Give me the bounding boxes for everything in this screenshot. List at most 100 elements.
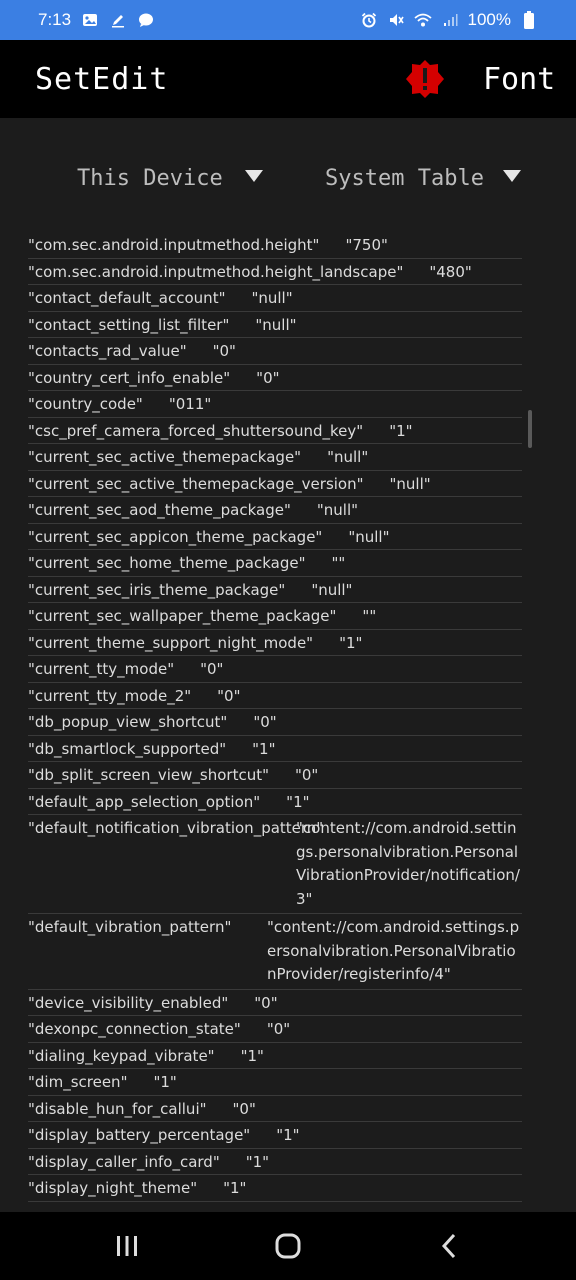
setting-key: "current_tty_mode": [28, 660, 175, 678]
setting-value: "null": [389, 474, 431, 493]
setting-key: "country_cert_info_enable": [28, 368, 231, 387]
list-item[interactable]: "current_theme_support_night_mode" "1": [28, 630, 522, 656]
list-item[interactable]: "com.sec.android.inputmethod.height_land…: [28, 259, 522, 285]
setting-key: "display_battery_percentage": [28, 1126, 251, 1144]
status-time: 7:13: [38, 10, 72, 29]
navigation-bar: [0, 1212, 576, 1280]
list-item[interactable]: "current_sec_appicon_theme_package" "null…: [28, 524, 522, 550]
setting-value: "0": [217, 686, 241, 705]
mute-icon: [387, 11, 405, 29]
setting-value: "null": [311, 580, 353, 599]
app-title: SetEdit: [35, 62, 169, 97]
list-item[interactable]: "csc_pref_camera_forced_shuttersound_key…: [28, 418, 522, 444]
list-item[interactable]: "device_visibility_enabled" "0": [28, 990, 522, 1016]
app-bar: SetEdit Font: [0, 40, 576, 118]
home-icon: [275, 1233, 301, 1259]
setting-value: "1": [286, 792, 310, 811]
setting-key: "current_sec_aod_theme_package": [28, 501, 291, 519]
setting-value: "011": [168, 395, 212, 413]
setting-value: "content://com.android.settings.personal…: [267, 918, 520, 983]
list-item[interactable]: "current_sec_wallpaper_theme_package" "": [28, 603, 522, 630]
list-item[interactable]: "display_caller_info_card" "1": [28, 1149, 522, 1175]
setting-key: "default_app_selection_option": [28, 792, 261, 811]
table-selector-label: System Table: [325, 165, 484, 191]
setting-key: "dialing_keypad_vibrate": [28, 1046, 215, 1065]
setting-key: "contact_default_account": [28, 289, 226, 307]
list-item[interactable]: "dexonpc_connection_state" "0": [28, 1016, 522, 1043]
setting-key: "db_smartlock_supported": [28, 739, 227, 758]
list-item[interactable]: "contacts_rad_value" "0": [28, 338, 522, 365]
list-item[interactable]: "current_sec_active_themepackage_version…: [28, 471, 522, 497]
setting-key: "current_sec_wallpaper_theme_package": [28, 607, 337, 625]
table-selector[interactable]: System Table: [325, 160, 521, 196]
list-item[interactable]: "current_sec_active_themepackage" "null": [28, 444, 522, 471]
setting-value: "null": [327, 448, 369, 466]
setting-key: "csc_pref_camera_forced_shuttersound_key…: [28, 421, 364, 440]
device-selector[interactable]: This Device: [77, 160, 263, 196]
warning-icon[interactable]: [405, 59, 445, 99]
setting-value: "0": [212, 342, 236, 360]
setting-value: "1": [339, 633, 363, 652]
setting-value: "null": [251, 289, 293, 307]
scrollbar[interactable]: [528, 410, 532, 448]
setting-key: "com.sec.android.inputmethod.height_land…: [28, 262, 404, 281]
recent-apps-button[interactable]: [109, 1228, 145, 1264]
setting-value: "": [362, 607, 377, 625]
list-item[interactable]: "db_split_screen_view_shortcut" "0": [28, 762, 522, 789]
list-item[interactable]: "dialing_keypad_vibrate" "1": [28, 1043, 522, 1069]
home-button[interactable]: [270, 1228, 306, 1264]
list-item[interactable]: "default_app_selection_option" "1": [28, 789, 522, 815]
list-item[interactable]: "country_code" "011": [28, 391, 522, 418]
list-item[interactable]: "display_night_theme" "1": [28, 1175, 522, 1202]
setting-key: "current_tty_mode_2": [28, 686, 192, 705]
settings-list[interactable]: "com.sec.android.inputmethod.height" "750…: [0, 232, 576, 1212]
alarm-icon: [360, 11, 378, 29]
list-item[interactable]: "db_smartlock_supported" "1": [28, 736, 522, 762]
setting-value: "1": [245, 1152, 270, 1171]
list-item[interactable]: "com.sec.android.inputmethod.height" "750…: [28, 232, 522, 259]
setting-value: "": [331, 554, 346, 572]
back-button[interactable]: [432, 1228, 468, 1264]
recent-apps-icon: [117, 1236, 137, 1256]
list-item[interactable]: "default_notification_vibration_pattern"…: [28, 815, 522, 914]
setting-key: "db_popup_view_shortcut": [28, 713, 228, 731]
setting-key: "current_sec_active_themepackage": [28, 448, 302, 466]
setting-value: "480": [429, 262, 472, 281]
list-item[interactable]: "contact_setting_list_filter" "null": [28, 312, 522, 338]
list-item[interactable]: "current_sec_aod_theme_package" "null": [28, 497, 522, 524]
setting-key: "db_split_screen_view_shortcut": [28, 766, 269, 784]
setting-value: "1": [223, 1179, 247, 1197]
setting-value: "0": [253, 713, 277, 731]
list-item[interactable]: "country_cert_info_enable" "0": [28, 365, 522, 391]
setting-value: "1": [276, 1126, 300, 1144]
setting-key: "dexonpc_connection_state": [28, 1020, 241, 1038]
setting-key: "device_visibility_enabled": [28, 993, 229, 1012]
setting-value: "null": [316, 501, 359, 519]
chevron-down-icon: [503, 170, 521, 182]
font-button[interactable]: Font: [483, 62, 555, 97]
setting-value: "0": [232, 1099, 256, 1118]
list-item[interactable]: "display_battery_percentage" "1": [28, 1122, 522, 1149]
setting-value: "0": [294, 766, 319, 784]
list-item[interactable]: "contact_default_account" "null": [28, 285, 522, 312]
list-item[interactable]: "default_vibration_pattern" "content://co…: [28, 914, 522, 990]
list-item[interactable]: "disable_hun_for_callui" "0": [28, 1096, 522, 1122]
gallery-notification-icon: [81, 11, 99, 29]
list-item[interactable]: "current_tty_mode_2" "0": [28, 683, 522, 709]
setting-key: "default_notification_vibration_pattern": [28, 819, 324, 837]
list-item[interactable]: "db_popup_view_shortcut" "0": [28, 709, 522, 736]
battery-icon: [520, 11, 538, 29]
setting-key: "current_sec_appicon_theme_package": [28, 527, 323, 546]
list-item[interactable]: "current_sec_home_theme_package" "": [28, 550, 522, 577]
list-item[interactable]: "dim_screen" "1": [28, 1069, 522, 1096]
status-bar: 7:13 100%: [0, 0, 576, 40]
setting-key: "country_code": [28, 395, 143, 413]
battery-percentage: 100%: [467, 10, 511, 29]
setting-value: "null": [348, 527, 390, 546]
setting-key: "contact_setting_list_filter": [28, 315, 230, 334]
setting-key: "current_sec_active_themepackage_version…: [28, 474, 364, 493]
list-item[interactable]: "current_sec_iris_theme_package" "null": [28, 577, 522, 603]
setting-value: "750": [345, 236, 388, 254]
list-item[interactable]: "current_tty_mode" "0": [28, 656, 522, 683]
device-selector-label: This Device: [77, 165, 223, 191]
